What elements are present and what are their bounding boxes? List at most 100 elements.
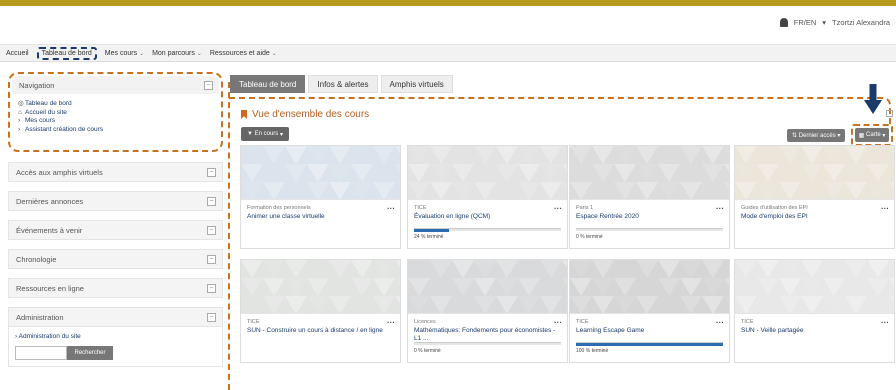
view-dropdown[interactable]: ▦ Carte ▾ bbox=[855, 128, 889, 142]
admin-search-input[interactable] bbox=[15, 346, 67, 360]
admin-search: Rechercher bbox=[15, 346, 216, 360]
pattern-graphic bbox=[570, 146, 729, 199]
collapse-icon[interactable]: – bbox=[207, 283, 216, 293]
more-options-icon[interactable]: ··· bbox=[881, 318, 889, 327]
tab-infos-alertes[interactable]: Infos & alertes bbox=[308, 75, 378, 93]
course-name[interactable]: Évaluation en ligne (QCM) bbox=[414, 213, 561, 221]
block-ressources[interactable]: Ressources en ligne – bbox=[8, 278, 223, 298]
sort-dropdown[interactable]: ⇅ Dernier accès ▾ bbox=[787, 129, 846, 142]
search-button[interactable]: Rechercher bbox=[67, 346, 113, 360]
nav-item-label: Ressources et aide bbox=[209, 49, 270, 57]
collapse-icon[interactable]: – bbox=[207, 225, 216, 235]
block-evenements[interactable]: Événements à venir – bbox=[8, 220, 223, 240]
administration-header[interactable]: Administration – bbox=[9, 308, 222, 326]
user-menu[interactable]: FR/EN ▾ Tzortzi Alexandra bbox=[779, 18, 890, 27]
block-title: Événements à venir bbox=[16, 225, 83, 235]
course-name[interactable]: SUN - Veille partagée bbox=[741, 327, 888, 335]
nav-item-label: Mon parcours bbox=[152, 49, 195, 57]
collapse-icon[interactable]: – bbox=[207, 254, 216, 264]
course-name[interactable]: Espace Rentrée 2020 bbox=[576, 213, 723, 221]
filter-dropdown[interactable]: ▼ En cours ▾ bbox=[241, 127, 289, 141]
course-thumbnail[interactable] bbox=[241, 146, 400, 200]
course-card[interactable]: Licences Mathématiques: Fondements pour é… bbox=[407, 259, 568, 363]
course-thumbnail[interactable] bbox=[735, 146, 894, 200]
block-administration: Administration – › Administration du site… bbox=[8, 307, 223, 367]
annotation-dashed-line bbox=[228, 82, 230, 390]
admin-link[interactable]: › Administration du site bbox=[15, 333, 216, 340]
course-category: TICE bbox=[576, 319, 589, 325]
more-options-icon[interactable]: ··· bbox=[554, 204, 562, 213]
nav-item-ressources[interactable]: Ressources et aide ⌄ bbox=[210, 50, 277, 57]
nav-link-dashboard[interactable]: ◎Tableau de bord bbox=[18, 100, 217, 109]
course-card[interactable]: TICE Learning Escape Game ··· 100 % terminé bbox=[569, 259, 730, 363]
course-card[interactable]: TICE SUN - Veille partagée ··· bbox=[734, 259, 895, 363]
chevron-right-icon: › bbox=[18, 117, 21, 124]
course-category: TICE bbox=[414, 205, 427, 211]
course-card[interactable]: TICE SUN - Construire un cours à distance… bbox=[240, 259, 401, 363]
progress-bar bbox=[414, 342, 561, 345]
block-chronologie[interactable]: Chronologie – bbox=[8, 249, 223, 269]
course-name[interactable]: Mathématiques: Fondements pour économist… bbox=[414, 327, 561, 343]
language-selector[interactable]: FR/EN bbox=[794, 18, 817, 27]
course-card[interactable]: Paris 1 Espace Rentrée 2020 ··· 0 % terminé bbox=[569, 145, 730, 249]
bell-icon[interactable] bbox=[779, 18, 788, 27]
course-category: TICE bbox=[741, 319, 754, 325]
nav-item-accueil[interactable]: Accueil bbox=[6, 50, 29, 57]
nav-item-mon-parcours[interactable]: Mon parcours ⌄ bbox=[152, 50, 202, 57]
course-name[interactable]: Learning Escape Game bbox=[576, 327, 723, 335]
tab-tableau-de-bord[interactable]: Tableau de bord bbox=[230, 75, 306, 93]
nav-link-label: Mes cours bbox=[25, 117, 55, 124]
block-amphis[interactable]: Accès aux amphis virtuels – bbox=[8, 162, 223, 182]
course-thumbnail[interactable] bbox=[570, 146, 729, 200]
home-icon: ⌂ bbox=[18, 108, 22, 116]
nav-link-home[interactable]: ⌂ Accueil du site bbox=[18, 109, 217, 118]
more-options-icon[interactable]: ··· bbox=[387, 204, 395, 213]
nav-item-mes-cours[interactable]: Mes cours ⌄ bbox=[105, 50, 144, 57]
progress-fill bbox=[576, 343, 723, 346]
collapse-icon[interactable]: – bbox=[207, 167, 216, 177]
overview-title: Vue d'ensemble des cours bbox=[241, 109, 369, 120]
more-options-icon[interactable]: ··· bbox=[716, 318, 724, 327]
course-card[interactable]: Guides d'utilisation des EPI Mode d'emplo… bbox=[734, 145, 895, 249]
more-options-icon[interactable]: ··· bbox=[387, 318, 395, 327]
navigation-list: ◎Tableau de bord ⌂ Accueil du site › Mes c… bbox=[14, 100, 217, 134]
user-name[interactable]: Tzortzi Alexandra bbox=[832, 18, 890, 27]
dashboard-tabs: Tableau de bord Infos & alertes Amphis v… bbox=[230, 75, 453, 93]
top-accent-bar bbox=[0, 0, 896, 6]
navigation-header[interactable]: Navigation – bbox=[12, 76, 219, 94]
course-thumbnail[interactable] bbox=[408, 260, 567, 314]
collapse-icon[interactable]: – bbox=[207, 196, 216, 206]
tab-amphis-virtuels[interactable]: Amphis virtuels bbox=[380, 75, 453, 93]
nav-link-course-wizard[interactable]: › Assistant création de cours bbox=[18, 126, 217, 135]
chevron-down-icon: ⌄ bbox=[196, 50, 202, 57]
progress-text: 100 % terminé bbox=[576, 348, 609, 354]
nav-item-label: Mes cours bbox=[104, 49, 138, 57]
course-thumbnail[interactable] bbox=[735, 260, 894, 314]
nav-link-my-courses[interactable]: › Mes cours bbox=[18, 117, 217, 126]
course-thumbnail[interactable] bbox=[570, 260, 729, 314]
nav-link-label: Accueil du site bbox=[25, 108, 67, 116]
block-title: Administration bbox=[16, 312, 64, 322]
course-thumbnail[interactable] bbox=[241, 260, 400, 314]
chevron-down-icon: ⌄ bbox=[271, 50, 277, 57]
sort-label: Dernier accès bbox=[798, 132, 836, 139]
course-name[interactable]: SUN - Construire un cours à distance / e… bbox=[247, 327, 394, 335]
progress-text: 24 % terminé bbox=[414, 234, 444, 240]
overview-title-text: Vue d'ensemble des cours bbox=[252, 109, 370, 120]
block-annonces[interactable]: Dernières annonces – bbox=[8, 191, 223, 211]
course-progress: 0 % terminé bbox=[414, 342, 561, 354]
course-card[interactable]: TICE Évaluation en ligne (QCM) ··· 24 % ter… bbox=[407, 145, 568, 249]
collapse-icon[interactable]: – bbox=[204, 80, 213, 90]
more-options-icon[interactable]: ··· bbox=[716, 204, 724, 213]
progress-bar bbox=[414, 228, 561, 232]
collapse-icon[interactable] bbox=[886, 110, 893, 117]
more-options-icon[interactable]: ··· bbox=[881, 204, 889, 213]
collapse-icon[interactable]: – bbox=[207, 312, 216, 322]
course-name[interactable]: Mode d'emploi des EPI bbox=[741, 213, 888, 221]
more-options-icon[interactable]: ··· bbox=[554, 318, 562, 327]
course-thumbnail[interactable] bbox=[408, 146, 567, 200]
nav-item-tableau-de-bord[interactable]: Tableau de bord bbox=[36, 46, 97, 60]
course-name[interactable]: Animer une classe virtuelle bbox=[247, 213, 394, 221]
nav-link-label: Tableau de bord bbox=[25, 100, 72, 107]
course-card[interactable]: Formation des personnels Animer une class… bbox=[240, 145, 401, 249]
